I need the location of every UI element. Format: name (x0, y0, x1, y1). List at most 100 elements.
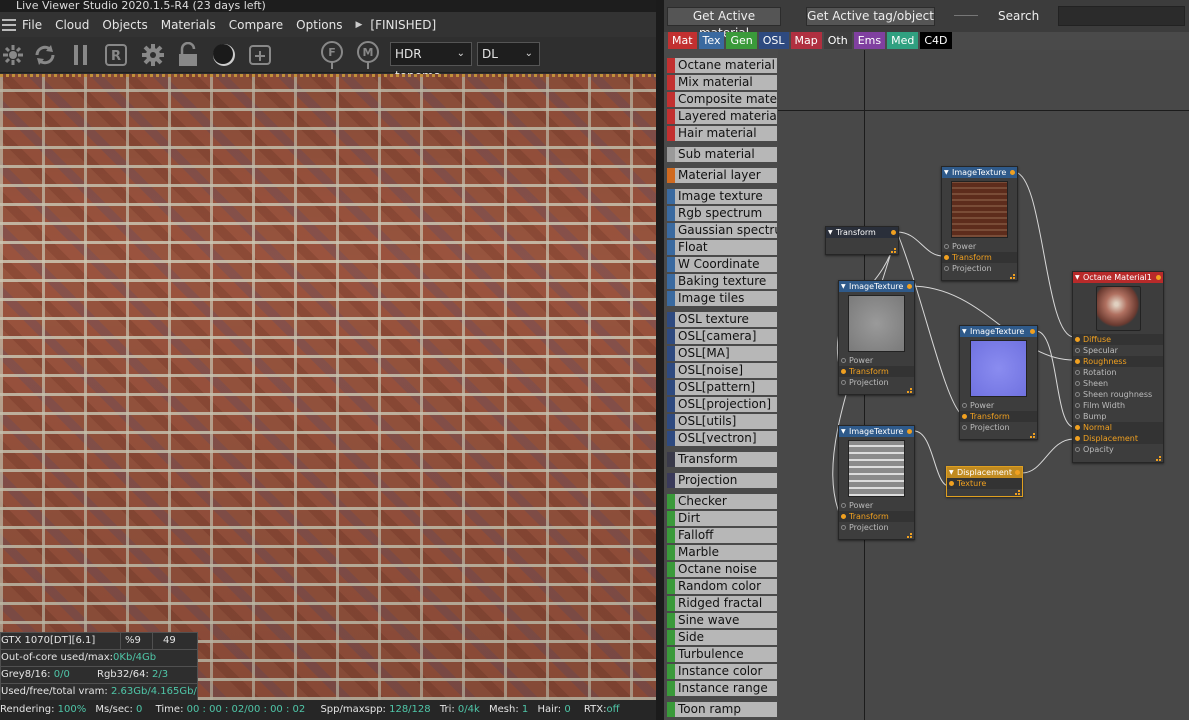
port-opacity[interactable]: Opacity (1073, 444, 1163, 455)
port-specular[interactable]: Specular (1073, 345, 1163, 356)
output-port[interactable] (1015, 470, 1020, 475)
collapse-triangle-icon[interactable]: ▼ (962, 326, 967, 337)
collapse-triangle-icon[interactable]: ▼ (944, 167, 949, 178)
output-port[interactable] (907, 284, 912, 289)
port-power[interactable]: Power (960, 400, 1037, 411)
port-projection[interactable]: Projection (942, 263, 1017, 274)
aperture-icon[interactable] (0, 41, 26, 69)
image-texture-node-header[interactable]: ▼ ImageTexture (942, 167, 1017, 178)
menu-cloud[interactable]: Cloud (55, 18, 89, 32)
panel-divider[interactable] (656, 0, 664, 720)
image-texture-node-header[interactable]: ▼ ImageTexture (839, 426, 914, 437)
material-pin-icon[interactable]: M (355, 41, 381, 69)
image-texture-node-3[interactable]: ▼ ImageTexture Power Transform Projection (959, 325, 1038, 440)
image-texture-node-1[interactable]: ▼ ImageTexture Power Transform Projection (941, 166, 1018, 281)
port-dot[interactable] (1075, 348, 1080, 353)
port-roughness[interactable]: Roughness (1073, 356, 1163, 367)
menu-compare[interactable]: Compare (229, 18, 283, 32)
collapse-triangle-icon[interactable]: ▼ (828, 227, 833, 238)
port-dot[interactable] (1075, 425, 1080, 430)
menu-materials[interactable]: Materials (161, 18, 216, 32)
port-dot[interactable] (1075, 436, 1080, 441)
resize-handle-icon[interactable] (1030, 433, 1035, 438)
transform-node-header[interactable]: ▼ Transform (826, 227, 898, 238)
add-layer-icon[interactable] (247, 41, 273, 69)
wire-transform-imgtex1 (896, 231, 944, 257)
port-dot[interactable] (1075, 381, 1080, 386)
hair-value: 0 (564, 704, 571, 715)
port-normal[interactable]: Normal (1073, 422, 1163, 433)
port-displacement[interactable]: Displacement (1073, 433, 1163, 444)
displacement-node[interactable]: ▼ Displacement Texture (946, 466, 1023, 497)
transform-node[interactable]: ▼ Transform (825, 226, 899, 255)
port-dot[interactable] (1075, 403, 1080, 408)
pause-icon[interactable] (68, 41, 94, 69)
resize-handle-icon[interactable] (891, 248, 896, 253)
port-dot[interactable] (1075, 392, 1080, 397)
port-projection[interactable]: Projection (839, 522, 914, 533)
vram-label: Used/free/total vram: (1, 686, 111, 697)
resize-handle-icon[interactable] (1010, 274, 1015, 279)
resize-handle-icon[interactable] (1156, 456, 1161, 461)
stats-textures-row: Grey8/16: 0/0 Rgb32/64: 2/3 (0, 666, 198, 683)
octane-material-node[interactable]: ▼ Octane Material1 Diffuse Specular Roughne… (1072, 271, 1164, 463)
focus-pin-icon[interactable]: F (319, 41, 345, 69)
port-projection[interactable]: Projection (839, 377, 914, 388)
gear-icon[interactable] (140, 41, 166, 69)
output-port[interactable] (1030, 329, 1035, 334)
output-port[interactable] (1010, 170, 1015, 175)
port-transform[interactable]: Transform (960, 411, 1037, 422)
port-dot[interactable] (1075, 370, 1080, 375)
port-power[interactable]: Power (942, 241, 1017, 252)
port-bump[interactable]: Bump (1073, 411, 1163, 422)
port-transform[interactable]: Transform (839, 511, 914, 522)
port-dot[interactable] (1075, 414, 1080, 419)
material-node-header[interactable]: ▼ Octane Material1 (1073, 272, 1163, 283)
port-power[interactable]: Power (839, 355, 914, 366)
resize-handle-icon[interactable] (1015, 490, 1020, 495)
sphere-icon[interactable] (211, 41, 237, 69)
hamburger-menu-icon[interactable] (2, 18, 16, 31)
menu-options[interactable]: Options (296, 18, 342, 32)
menu-objects[interactable]: Objects (102, 18, 147, 32)
output-port[interactable] (1156, 275, 1161, 280)
port-label: Normal (1083, 423, 1112, 432)
render-viewport[interactable] (0, 74, 656, 700)
port-projection[interactable]: Projection (960, 422, 1037, 433)
port-dot[interactable] (1075, 447, 1080, 452)
collapse-triangle-icon[interactable]: ▼ (949, 467, 954, 478)
stats-vram-row: Used/free/total vram: 2.63Gb/4.165Gb/8Gb (0, 683, 198, 700)
image-texture-node-header[interactable]: ▼ ImageTexture (839, 281, 914, 292)
port-dot[interactable] (1075, 337, 1080, 342)
port-rotation[interactable]: Rotation (1073, 367, 1163, 378)
image-texture-node-2[interactable]: ▼ ImageTexture Power Transform Projection (838, 280, 915, 395)
image-texture-node-header[interactable]: ▼ ImageTexture (960, 326, 1037, 337)
region-icon[interactable]: R (103, 41, 129, 69)
lock-icon[interactable] (175, 41, 201, 69)
port-transform[interactable]: Transform (839, 366, 914, 377)
resize-handle-icon[interactable] (907, 533, 912, 538)
output-port[interactable] (891, 230, 896, 235)
port-film-width[interactable]: Film Width (1073, 400, 1163, 411)
tonemap-select[interactable]: HDR tonema ⌄ (390, 42, 472, 83)
port-dot[interactable] (1075, 359, 1080, 364)
resize-handle-icon[interactable] (907, 388, 912, 393)
wire-imgtex1-diffuse (1013, 171, 1075, 338)
menu-file[interactable]: File (22, 18, 42, 32)
play-arrow-icon[interactable]: ▶ (355, 20, 362, 30)
output-port[interactable] (907, 429, 912, 434)
collapse-triangle-icon[interactable]: ▼ (841, 426, 846, 437)
displacement-node-header[interactable]: ▼ Displacement (947, 467, 1022, 478)
collapse-triangle-icon[interactable]: ▼ (841, 281, 846, 292)
ms-label: Ms/sec: (95, 704, 137, 715)
collapse-triangle-icon[interactable]: ▼ (1075, 272, 1080, 283)
port-transform[interactable]: Transform (942, 252, 1017, 263)
port-texture[interactable]: Texture (947, 478, 1022, 489)
kernel-select[interactable]: DL ⌄ (477, 42, 540, 66)
port-diffuse[interactable]: Diffuse (1073, 334, 1163, 345)
port-sheen-roughness[interactable]: Sheen roughness (1073, 389, 1163, 400)
image-texture-node-4[interactable]: ▼ ImageTexture Power Transform Projection (838, 425, 915, 540)
refresh-icon[interactable] (32, 41, 58, 69)
port-power[interactable]: Power (839, 500, 914, 511)
port-sheen[interactable]: Sheen (1073, 378, 1163, 389)
